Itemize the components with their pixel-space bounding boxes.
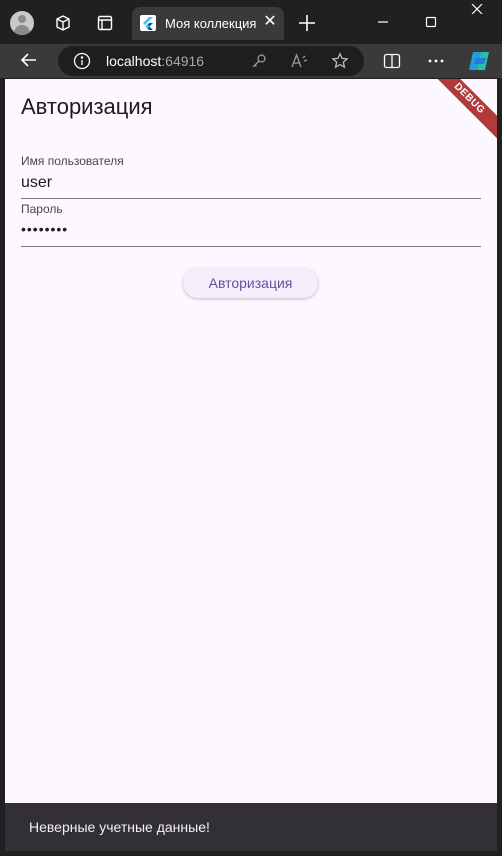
flutter-favicon-icon (140, 15, 156, 31)
login-button[interactable]: Авторизация (183, 268, 318, 298)
password-underline (21, 246, 481, 247)
site-info-icon[interactable] (71, 50, 93, 72)
username-underline (21, 198, 481, 199)
username-field[interactable]: user (21, 174, 52, 192)
copilot-icon[interactable] (466, 48, 492, 74)
read-aloud-icon[interactable] (289, 50, 311, 72)
url-port: :64916 (161, 53, 205, 69)
browser-tab-bar: Моя коллекция ✕ (0, 0, 502, 44)
new-tab-icon[interactable] (295, 11, 319, 35)
url-host: localhost (106, 53, 162, 69)
more-options-icon[interactable] (425, 50, 447, 72)
back-arrow-icon[interactable] (18, 49, 40, 71)
favorite-star-icon[interactable] (329, 50, 351, 72)
minimize-window-icon[interactable] (368, 8, 398, 36)
profile-avatar-icon[interactable] (10, 11, 34, 35)
maximize-window-icon[interactable] (416, 8, 446, 36)
snackbar-message: Неверные учетные данные! (29, 819, 210, 835)
tab-title: Моя коллекция (165, 16, 257, 31)
workspaces-icon[interactable] (50, 10, 76, 36)
active-tab[interactable]: Моя коллекция ✕ (132, 7, 284, 40)
username-label: Имя пользователя (21, 154, 124, 168)
browser-toolbar: localhost:64916 (0, 44, 502, 78)
password-key-icon[interactable] (248, 50, 270, 72)
split-screen-icon[interactable] (381, 50, 403, 72)
debug-banner: DEBUG (424, 79, 497, 144)
password-field[interactable]: •••••••• (21, 221, 68, 237)
tab-actions-icon[interactable] (92, 10, 118, 36)
app-viewport: Авторизация Имя пользователя user Пароль… (5, 79, 497, 803)
password-label: Пароль (21, 202, 63, 216)
address-bar[interactable]: localhost:64916 (58, 46, 364, 76)
page-title: Авторизация (21, 94, 153, 119)
close-tab-icon[interactable]: ✕ (261, 13, 279, 31)
snackbar: Неверные учетные данные! (5, 803, 497, 851)
url-text[interactable]: localhost:64916 (106, 53, 204, 69)
close-window-icon[interactable] (462, 4, 492, 14)
